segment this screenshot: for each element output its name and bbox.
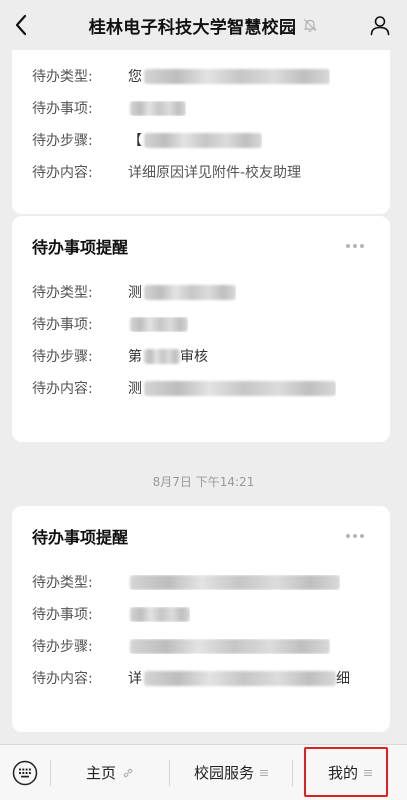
todo-content-label: 待办内容: bbox=[32, 671, 93, 687]
menu-label: 主页 bbox=[85, 764, 116, 782]
todo-item-row: 待办事项: bbox=[12, 598, 390, 630]
keyboard-icon bbox=[12, 760, 38, 785]
card-header: 待办事项提醒 bbox=[12, 506, 390, 566]
dot-icon bbox=[346, 244, 350, 248]
card-header: 待办事项提醒 bbox=[12, 216, 390, 276]
dot-icon bbox=[360, 244, 364, 248]
value-prefix: 测 bbox=[128, 285, 142, 301]
redacted-text bbox=[130, 316, 188, 332]
title-wrap: 桂林电子科技大学智慧校园 bbox=[89, 13, 319, 38]
todo-content-label: 待办内容: bbox=[32, 165, 93, 181]
redacted-text bbox=[144, 68, 330, 84]
todo-card[interactable]: 待办类型: 您 待办事项: 待办步骤: 【 待办内容: 详细原因详见附件-校友助… bbox=[12, 50, 390, 214]
value-suffix: 细 bbox=[336, 671, 350, 687]
todo-content-row: 待办内容: 测 bbox=[12, 372, 390, 404]
profile-button[interactable] bbox=[365, 10, 395, 40]
redacted-text bbox=[144, 284, 236, 300]
value-prefix: 第 bbox=[128, 349, 142, 365]
message-timestamp: 8月7日 下午14:21 bbox=[152, 475, 255, 489]
menu-lines-icon bbox=[260, 769, 268, 777]
dot-icon bbox=[353, 244, 357, 248]
todo-type-value bbox=[128, 574, 340, 590]
todo-item-value bbox=[128, 100, 186, 116]
more-options-button[interactable] bbox=[342, 530, 368, 542]
chat-header: 桂林电子科技大学智慧校园 bbox=[0, 0, 407, 50]
value-prefix: 详 bbox=[128, 671, 142, 687]
menu-label: 校园服务 bbox=[193, 764, 254, 782]
todo-step-row: 待办步骤: 第 审核 bbox=[12, 340, 390, 372]
menu-campus-services[interactable]: 校园服务 bbox=[170, 745, 292, 800]
todo-type-label: 待办类型: bbox=[32, 69, 93, 85]
todo-step-label: 待办步骤: bbox=[32, 133, 93, 149]
page-title: 桂林电子科技大学智慧校园 bbox=[88, 17, 297, 38]
todo-step-value: 【 bbox=[128, 130, 262, 150]
redacted-text bbox=[144, 380, 336, 396]
todo-type-row: 待办类型: 测 bbox=[12, 276, 390, 308]
todo-content-value: 详 细 bbox=[128, 668, 350, 688]
redacted-text bbox=[130, 574, 340, 590]
todo-content-value: 测 bbox=[128, 378, 336, 398]
value-prefix: 测 bbox=[128, 381, 142, 397]
message-list[interactable]: 待办类型: 您 待办事项: 待办步骤: 【 待办内容: 详细原因详见附件-校友助… bbox=[0, 50, 407, 744]
value-prefix: 您 bbox=[128, 69, 142, 85]
todo-card[interactable]: 待办事项提醒 待办类型: 待办事项: 待办步骤: 待办内容: 详 细 bbox=[12, 506, 390, 732]
value-suffix: 审核 bbox=[180, 349, 208, 365]
todo-type-value: 测 bbox=[128, 282, 236, 302]
todo-item-label: 待办事项: bbox=[32, 607, 93, 623]
keyboard-toggle-button[interactable] bbox=[0, 745, 50, 800]
dot-icon bbox=[360, 534, 364, 538]
redacted-text bbox=[144, 132, 262, 148]
value-prefix: 详细原因详见附件-校友助理 bbox=[128, 165, 302, 181]
todo-step-value: 第 审核 bbox=[128, 346, 208, 366]
todo-step-value bbox=[128, 638, 330, 654]
redacted-text bbox=[130, 638, 330, 654]
todo-content-row: 待办内容: 详 细 bbox=[12, 662, 390, 694]
chevron-left-icon bbox=[15, 14, 27, 36]
redacted-text bbox=[144, 348, 180, 364]
todo-step-row: 待办步骤: 【 bbox=[12, 124, 390, 156]
dot-icon bbox=[353, 534, 357, 538]
redacted-text bbox=[130, 100, 186, 116]
menu-label: 我的 bbox=[327, 764, 358, 782]
todo-step-label: 待办步骤: bbox=[32, 639, 93, 655]
todo-content-value: 详细原因详见附件-校友助理 bbox=[128, 162, 301, 182]
dot-icon bbox=[346, 534, 350, 538]
todo-type-value: 您 bbox=[128, 66, 330, 86]
todo-step-row: 待办步骤: bbox=[12, 630, 390, 662]
todo-item-value bbox=[128, 316, 188, 332]
bell-off-icon bbox=[302, 17, 318, 33]
todo-type-row: 待办类型: bbox=[12, 566, 390, 598]
menu-home[interactable]: 主页 bbox=[51, 745, 169, 800]
todo-item-label: 待办事项: bbox=[32, 317, 93, 333]
redacted-text bbox=[130, 606, 190, 622]
todo-item-row: 待办事项: bbox=[12, 308, 390, 340]
card-title: 待办事项提醒 bbox=[32, 238, 129, 257]
menu-lines-icon bbox=[364, 769, 372, 777]
todo-item-row: 待办事项: bbox=[12, 92, 390, 124]
bottom-menu-bar: 主页 校园服务 我的 bbox=[0, 744, 407, 800]
todo-item-label: 待办事项: bbox=[32, 101, 93, 117]
todo-card[interactable]: 待办事项提醒 待办类型: 测 待办事项: 待办步骤: 第 审核 待办内容: 测 bbox=[12, 216, 390, 442]
todo-type-label: 待办类型: bbox=[32, 285, 93, 301]
card-title: 待办事项提醒 bbox=[32, 528, 129, 547]
todo-type-label: 待办类型: bbox=[32, 575, 93, 591]
todo-content-label: 待办内容: bbox=[32, 381, 93, 397]
value-prefix: 【 bbox=[128, 133, 142, 149]
todo-step-label: 待办步骤: bbox=[32, 349, 93, 365]
redacted-text bbox=[144, 670, 336, 686]
todo-type-row: 待办类型: 您 bbox=[12, 60, 390, 92]
more-options-button[interactable] bbox=[342, 240, 368, 252]
todo-item-value bbox=[128, 606, 190, 622]
person-icon bbox=[370, 16, 390, 36]
back-button[interactable] bbox=[6, 10, 36, 40]
menu-mine[interactable]: 我的 bbox=[293, 745, 407, 800]
link-icon bbox=[122, 767, 134, 779]
todo-content-row: 待办内容: 详细原因详见附件-校友助理 bbox=[12, 156, 390, 188]
